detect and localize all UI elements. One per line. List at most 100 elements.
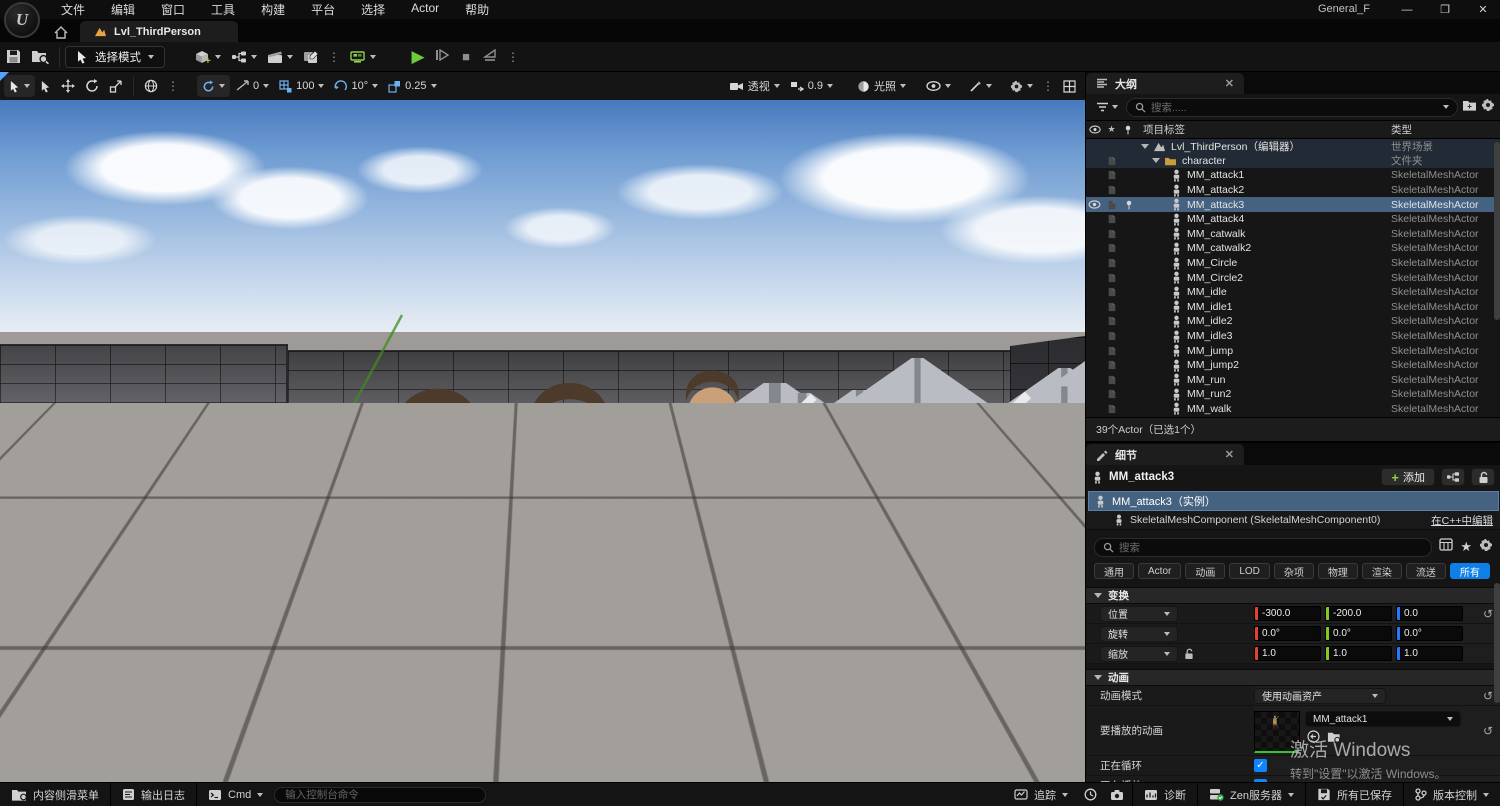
- outliner-row[interactable]: MM_run2 SkeletalMeshActor: [1086, 387, 1500, 402]
- scale-dropdown[interactable]: 缩放: [1100, 645, 1178, 662]
- outliner-row[interactable]: MM_catwalk2 SkeletalMeshActor: [1086, 241, 1500, 256]
- zen-server-button[interactable]: Zen服务器: [1198, 783, 1305, 806]
- console-command-input[interactable]: 输入控制台命令: [274, 786, 487, 803]
- blueprint-edit-button[interactable]: [1441, 468, 1465, 486]
- home-icon[interactable]: [50, 23, 72, 42]
- all-saved-button[interactable]: 所有已保存: [1306, 783, 1403, 806]
- scale-z-field[interactable]: 1.0: [1396, 646, 1463, 661]
- close-button[interactable]: ✕: [1472, 2, 1494, 18]
- favorites-star-icon[interactable]: ★: [1460, 539, 1472, 555]
- scale-x-field[interactable]: 1.0: [1254, 646, 1321, 661]
- maximize-button[interactable]: ❒: [1434, 2, 1456, 18]
- outliner-row[interactable]: Lvl_ThirdPerson（编辑器） 世界场景: [1086, 139, 1500, 154]
- move-tool-button[interactable]: [56, 75, 80, 97]
- preview-wand-button[interactable]: [964, 75, 997, 97]
- save-button[interactable]: [0, 45, 26, 69]
- details-filter-tab[interactable]: 所有: [1449, 563, 1490, 579]
- play-options-dots[interactable]: ⋮: [503, 50, 523, 64]
- column-type[interactable]: 类型: [1391, 122, 1500, 137]
- editor-mode-select[interactable]: 选择模式: [65, 45, 165, 68]
- level-viewport[interactable]: ⋮ 0 100 10° 0.25 透视 0.9 光照 ⋮ Z X Y: [0, 72, 1085, 782]
- outliner-row[interactable]: MM_run SkeletalMeshActor: [1086, 373, 1500, 388]
- insights-icon[interactable]: [1079, 783, 1102, 806]
- rotation-dropdown[interactable]: 旋转: [1100, 625, 1178, 642]
- outliner-row[interactable]: MM_idle2 SkeletalMeshActor: [1086, 314, 1500, 329]
- viewport-options-dots[interactable]: ⋮: [1038, 79, 1058, 93]
- outliner-row[interactable]: MM_attack4 SkeletalMeshActor: [1086, 212, 1500, 227]
- editor-utilities-button[interactable]: [298, 45, 324, 69]
- details-filter-tab[interactable]: 动画: [1185, 563, 1226, 579]
- stop-button[interactable]: ■: [455, 49, 477, 64]
- menu-item[interactable]: 平台: [298, 0, 348, 20]
- platforms-button[interactable]: [344, 45, 381, 69]
- menu-item[interactable]: 窗口: [148, 0, 198, 20]
- select-tool-button[interactable]: [35, 75, 56, 97]
- scale-lock-icon[interactable]: [1184, 648, 1194, 660]
- details-search-input[interactable]: 搜索: [1094, 537, 1433, 557]
- cinematics-button[interactable]: [262, 45, 298, 69]
- details-filter-tab[interactable]: 通用: [1094, 563, 1134, 579]
- outliner-filter-button[interactable]: [1092, 102, 1122, 113]
- menu-item[interactable]: 构建: [248, 0, 298, 20]
- outliner-row[interactable]: MM_idle3 SkeletalMeshActor: [1086, 329, 1500, 344]
- browse-to-asset-icon[interactable]: [1327, 730, 1341, 748]
- outliner-search-input[interactable]: 搜索.....: [1126, 97, 1458, 117]
- rotation-gizmo-dropdown[interactable]: [197, 75, 230, 97]
- grid-snap-button[interactable]: 100: [274, 75, 329, 97]
- location-dropdown[interactable]: 位置: [1100, 605, 1178, 622]
- outliner-row[interactable]: character 文件夹: [1086, 153, 1500, 169]
- viewport-overflow-dots[interactable]: ⋮: [163, 79, 183, 93]
- section-animation[interactable]: 动画: [1086, 669, 1500, 686]
- location-z-field[interactable]: 0.0: [1396, 606, 1463, 621]
- show-flags-button[interactable]: [921, 75, 956, 97]
- quad-view-button[interactable]: [1058, 75, 1081, 97]
- outliner-row[interactable]: MM_attack3 SkeletalMeshActor: [1086, 197, 1500, 212]
- viewport-scene[interactable]: Z X Y: [0, 100, 1085, 782]
- trace-button[interactable]: 追踪: [1003, 783, 1079, 806]
- minimize-button[interactable]: —: [1396, 2, 1418, 18]
- menu-item[interactable]: Actor: [398, 0, 452, 20]
- details-settings-icon[interactable]: [1479, 538, 1493, 557]
- rotate-tool-button[interactable]: [80, 75, 104, 97]
- output-log-button[interactable]: 输出日志: [111, 783, 196, 806]
- menu-item[interactable]: 文件: [48, 0, 98, 20]
- location-x-field[interactable]: -300.0: [1254, 606, 1321, 621]
- camera-mode-button[interactable]: 透视: [724, 75, 785, 97]
- screenshot-icon[interactable]: [1102, 783, 1132, 806]
- animation-thumbnail[interactable]: [1254, 711, 1300, 753]
- add-actor-button[interactable]: +: [189, 45, 226, 69]
- details-filter-tab[interactable]: 杂项: [1273, 563, 1314, 579]
- cmd-dropdown[interactable]: Cmd: [197, 783, 274, 806]
- diagnostics-button[interactable]: 诊断: [1133, 783, 1197, 806]
- edit-in-cpp-link[interactable]: 在C++中编辑: [1431, 513, 1493, 528]
- component-root-row[interactable]: MM_attack3（实例）: [1088, 491, 1499, 511]
- scale-snap-button[interactable]: 0.25: [383, 75, 441, 97]
- details-filter-tab[interactable]: 渲染: [1361, 563, 1402, 579]
- reset-anim-button[interactable]: ↺: [1475, 724, 1500, 738]
- outliner-new-folder-button[interactable]: +: [1462, 98, 1477, 116]
- viewport-settings-button[interactable]: [1005, 75, 1038, 97]
- tab-level[interactable]: Lvl_ThirdPerson: [80, 21, 238, 42]
- outliner-row[interactable]: MM_Circle2 SkeletalMeshActor: [1086, 270, 1500, 285]
- surface-snap-button[interactable]: 0: [230, 75, 274, 97]
- eject-button[interactable]: [479, 48, 501, 65]
- menu-item[interactable]: 选择: [348, 0, 398, 20]
- component-row[interactable]: SkeletalMeshComponent (SkeletalMeshCompo…: [1086, 511, 1500, 530]
- menu-item[interactable]: 帮助: [452, 0, 502, 20]
- close-icon[interactable]: ✕: [1225, 77, 1234, 90]
- animation-mode-dropdown[interactable]: 使用动画资产: [1254, 687, 1386, 704]
- tab-details[interactable]: 细节 ✕: [1086, 444, 1244, 465]
- use-selected-asset-icon[interactable]: [1307, 730, 1320, 748]
- outliner-row[interactable]: MM_Circle SkeletalMeshActor: [1086, 256, 1500, 271]
- world-coordinate-button[interactable]: [139, 75, 163, 97]
- outliner-row[interactable]: MM_catwalk SkeletalMeshActor: [1086, 227, 1500, 242]
- outliner-row[interactable]: MM_idle SkeletalMeshActor: [1086, 285, 1500, 300]
- outliner-row[interactable]: MM_jump SkeletalMeshActor: [1086, 343, 1500, 358]
- column-item-label[interactable]: 项目标签: [1135, 122, 1391, 137]
- outliner-row[interactable]: MM_attack2 SkeletalMeshActor: [1086, 183, 1500, 198]
- content-drawer-button[interactable]: 内容侧滑菜单: [0, 783, 110, 806]
- location-y-field[interactable]: -200.0: [1325, 606, 1392, 621]
- lock-icon[interactable]: [1471, 468, 1495, 486]
- view-mode-button[interactable]: 光照: [852, 75, 911, 97]
- details-filter-tab[interactable]: LOD: [1229, 563, 1270, 579]
